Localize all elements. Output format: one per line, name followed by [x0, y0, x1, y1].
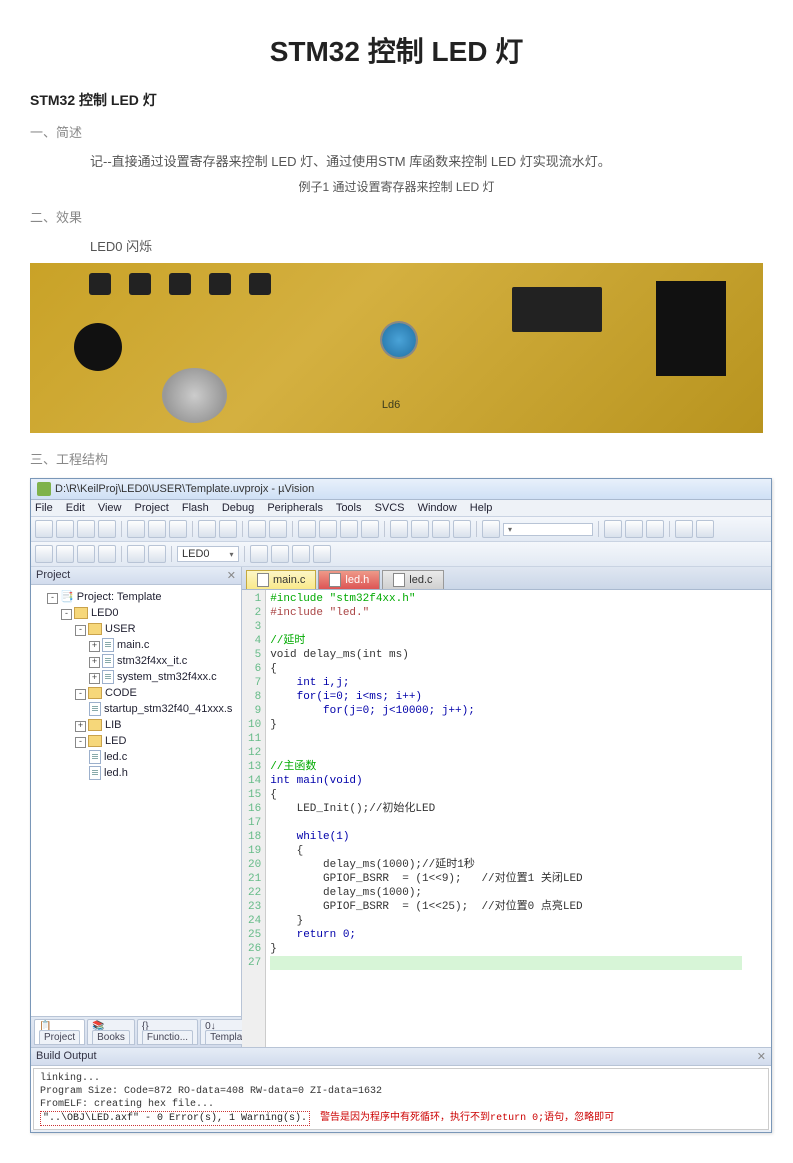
tool-b-icon[interactable] [696, 520, 714, 538]
section-3: 三、工程结构 [30, 449, 763, 468]
target-combo[interactable]: LED0 [177, 546, 239, 562]
open-icon[interactable] [56, 520, 74, 538]
save-icon[interactable] [77, 520, 95, 538]
ide-window: D:\R\KeilProj\LED0\USER\Template.uvprojx… [30, 478, 772, 1133]
menu-peripherals[interactable]: Peripherals [267, 502, 323, 514]
books-icon[interactable] [292, 545, 310, 563]
breakpoint-icon[interactable] [625, 520, 643, 538]
tab-led-c[interactable]: led.c [382, 570, 443, 589]
nav-back-icon[interactable] [248, 520, 266, 538]
build-target-icon[interactable] [77, 545, 95, 563]
indent-icon[interactable] [390, 520, 408, 538]
project-pane-title: Project ✕ [31, 567, 241, 585]
editor-tabs[interactable]: main.c led.h led.c [242, 567, 771, 590]
build-output-title: Build Output ✕ [31, 1048, 771, 1066]
menu-edit[interactable]: Edit [66, 502, 85, 514]
tab-main-c[interactable]: main.c [246, 570, 316, 589]
build-summary: "..\OBJ\LED.axf" - 0 Error(s), 1 Warning… [40, 1111, 310, 1126]
section-2: 二、效果 [30, 207, 763, 226]
subtitle: STM32 控制 LED 灯 [30, 90, 763, 110]
board-photo [30, 263, 763, 433]
ide-titlebar: D:\R\KeilProj\LED0\USER\Template.uvprojx… [31, 479, 771, 500]
close-icon[interactable]: ✕ [227, 569, 236, 582]
section-1: 一、简述 [30, 122, 763, 141]
tab-led-h[interactable]: led.h [318, 570, 380, 589]
outdent-icon[interactable] [411, 520, 429, 538]
tool-a-icon[interactable] [675, 520, 693, 538]
app-icon [37, 482, 51, 496]
tab-books[interactable]: 📚 Books [87, 1019, 135, 1045]
tree-file: +system_stm32f4xx.c [89, 669, 239, 685]
tree-file: led.h [89, 765, 239, 781]
menu-project[interactable]: Project [135, 502, 169, 514]
menu-flash[interactable]: Flash [182, 502, 209, 514]
redo-icon[interactable] [219, 520, 237, 538]
new-icon[interactable] [35, 520, 53, 538]
code-editor[interactable]: 1234567891011121314151617181920212223242… [242, 590, 771, 1047]
tree-file: led.c [89, 749, 239, 765]
batch-build-icon[interactable] [98, 545, 116, 563]
line-gutter: 1234567891011121314151617181920212223242… [242, 590, 266, 1047]
code-area[interactable]: #include "stm32f4xx.h"#include "led." //… [266, 590, 771, 1047]
build-icon[interactable] [35, 545, 53, 563]
file-icon [393, 573, 405, 587]
comment-icon[interactable] [432, 520, 450, 538]
effect-note: LED0 闪烁 [90, 236, 763, 255]
bookmark-clear-icon[interactable] [361, 520, 379, 538]
undo-icon[interactable] [198, 520, 216, 538]
desc-1: 记--直接通过设置寄存器来控制 LED 灯、通过使用STM 库函数来控制 LED… [90, 151, 763, 170]
menu-file[interactable]: File [35, 502, 53, 514]
tree-group-lib: +LIB [75, 717, 239, 733]
page-title: STM32 控制 LED 灯 [30, 30, 763, 70]
close-icon[interactable]: ✕ [757, 1050, 766, 1063]
rebuild-icon[interactable] [56, 545, 74, 563]
options-icon[interactable] [250, 545, 268, 563]
bookmark-next-icon[interactable] [340, 520, 358, 538]
stop-build-icon[interactable] [127, 545, 145, 563]
menu-view[interactable]: View [98, 502, 122, 514]
find-combo[interactable] [503, 523, 593, 536]
menubar[interactable]: File Edit View Project Flash Debug Perip… [31, 500, 771, 517]
tab-project[interactable]: 📋 Project [34, 1019, 85, 1045]
menu-debug[interactable]: Debug [222, 502, 254, 514]
menu-help[interactable]: Help [470, 502, 493, 514]
project-tree[interactable]: -📑 Project: Template -LED0 -USER +main.c… [31, 585, 241, 1016]
saveall-icon[interactable] [98, 520, 116, 538]
packs-icon[interactable] [313, 545, 331, 563]
tree-file: +main.c [89, 637, 239, 653]
nav-fwd-icon[interactable] [269, 520, 287, 538]
build-output-pane: Build Output ✕ linking... Program Size: … [31, 1047, 771, 1130]
tree-group-user: -USER +main.c +stm32f4xx_it.c +system_st… [75, 621, 239, 685]
find-icon[interactable] [482, 520, 500, 538]
project-pane: Project ✕ -📑 Project: Template -LED0 -US… [31, 567, 242, 1047]
window-title: D:\R\KeilProj\LED0\USER\Template.uvprojx… [55, 483, 314, 495]
tree-group-led: -LED led.c led.h [75, 733, 239, 781]
config-icon[interactable] [646, 520, 664, 538]
tree-file: startup_stm32f40_41xxx.s [89, 701, 239, 717]
uncomment-icon[interactable] [453, 520, 471, 538]
download-icon[interactable] [148, 545, 166, 563]
tree-group-code: -CODE startup_stm32f40_41xxx.s [75, 685, 239, 717]
bookmark-prev-icon[interactable] [319, 520, 337, 538]
toolbar-2: LED0 [31, 542, 771, 567]
menu-svcs[interactable]: SVCS [375, 502, 405, 514]
toolbar-1 [31, 517, 771, 542]
file-icon [329, 573, 341, 587]
debug-icon[interactable] [604, 520, 622, 538]
build-output-body[interactable]: linking... Program Size: Code=872 RO-dat… [33, 1068, 769, 1130]
menu-window[interactable]: Window [418, 502, 457, 514]
file-icon [257, 573, 269, 587]
tree-file: +stm32f4xx_it.c [89, 653, 239, 669]
manage-icon[interactable] [271, 545, 289, 563]
paste-icon[interactable] [169, 520, 187, 538]
bookmark-icon[interactable] [298, 520, 316, 538]
copy-icon[interactable] [148, 520, 166, 538]
project-bottom-tabs[interactable]: 📋 Project 📚 Books {} Functio... 0↓ Templ… [31, 1016, 241, 1047]
cut-icon[interactable] [127, 520, 145, 538]
example-1: 例子1 通过设置寄存器来控制 LED 灯 [30, 178, 763, 195]
tab-functions[interactable]: {} Functio... [137, 1019, 198, 1045]
menu-tools[interactable]: Tools [336, 502, 362, 514]
build-warning-note: 警告是因为程序中有死循环，执行不到return 0;语句，忽略即可 [320, 1113, 614, 1124]
